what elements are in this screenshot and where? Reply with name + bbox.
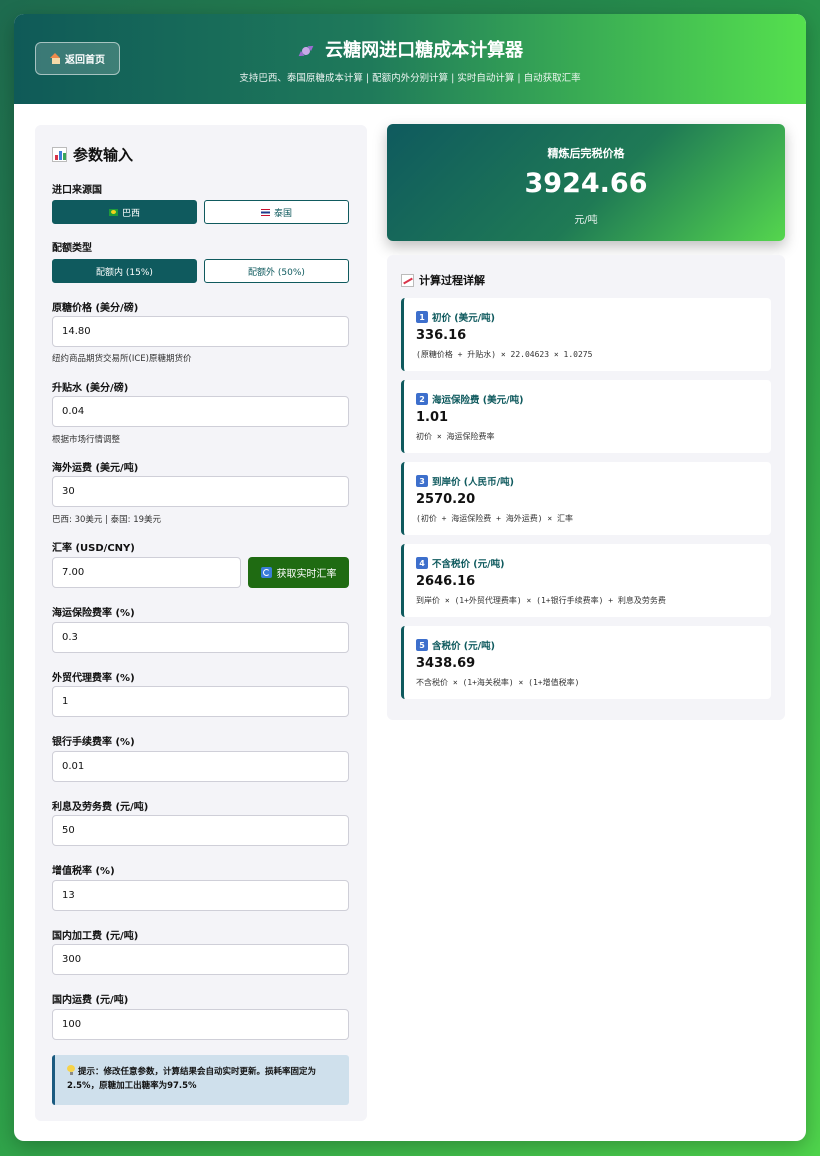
step-value: 1.01 [416,410,449,425]
premium-hint: 根据市场行情调整 [52,435,121,445]
details-title: 计算过程详解 [401,272,485,288]
step-name-text: 不含税价 (元/吨) [432,559,505,570]
number-badge-icon: 5 [416,639,428,651]
step-name: 2 海运保险费 (美元/吨) [416,392,523,406]
bank-rate-label: 银行手续费率 (%) [52,737,135,748]
step-value: 2646.16 [416,574,476,589]
step-value: 3438.69 [416,656,476,671]
freight-hint: 巴西: 30美元 | 泰国: 19美元 [52,515,162,525]
step-formula: (初价 + 海运保险费 + 海外运费) × 汇率 [416,514,573,523]
step-name: 4 不含税价 (元/吨) [416,556,504,570]
page-title-text: 云糖网进口糖成本计算器 [325,40,524,61]
interest-fee-label: 利息及劳务费 (元/吨) [52,802,149,813]
step-name-text: 到岸价 (人民币/吨) [432,477,514,488]
params-title: 参数输入 [52,144,133,165]
step-card: 3 到岸价 (人民币/吨) 2570.20 (初价 + 海运保险费 + 海外运费)… [401,462,771,535]
bar-chart-icon [52,147,67,162]
quota-in-label: 配额内 (15%) [96,267,153,278]
step-card: 2 海运保险费 (美元/吨) 1.01 初价 × 海运保险费率 [401,380,771,453]
number-badge-icon: 2 [416,393,428,405]
step-name: 5 含税价 (元/吨) [416,638,495,652]
number-badge-icon: 3 [416,475,428,487]
premium-input[interactable]: 0.04 [52,396,349,427]
brazil-flag-icon [108,208,118,216]
page-subtitle: 支持巴西、泰国原糖成本计算 | 配额内外分别计算 | 实时自动计算 | 自动获取… [239,73,581,84]
agency-rate-label: 外贸代理费率 (%) [52,673,135,684]
interest-fee-input[interactable]: 50 [52,815,349,846]
exchange-rate-input[interactable]: 7.00 [52,557,241,588]
origin-thailand-button[interactable]: 泰国 [204,200,349,224]
quota-in-button[interactable]: 配额内 (15%) [52,259,197,283]
insurance-rate-label: 海运保险费率 (%) [52,608,135,619]
origin-brazil-button[interactable]: 巴西 [52,200,197,224]
trend-chart-icon [401,273,414,287]
step-name: 3 到岸价 (人民币/吨) [416,474,514,488]
fetch-rate-label: 获取实时汇率 [276,569,337,580]
number-badge-icon: 1 [416,311,428,323]
bank-rate-input[interactable]: 0.01 [52,751,349,782]
app-card: 返回首页 云糖网进口糖成本计算器 支持巴西、泰国原糖成本计算 | 配额内外分别计… [14,14,806,1141]
step-value: 336.16 [416,328,467,343]
quota-out-button[interactable]: 配额外 (50%) [204,259,349,283]
vat-rate-label: 增值税率 (%) [52,866,115,877]
header: 返回首页 云糖网进口糖成本计算器 支持巴西、泰国原糖成本计算 | 配额内外分别计… [14,14,806,104]
step-name-text: 含税价 (元/吨) [432,641,495,652]
freight-label: 海外运费 (美元/吨) [52,463,139,474]
step-card: 4 不含税价 (元/吨) 2646.16 到岸价 × (1+外贸代理费率) × (… [401,544,771,617]
result-value: 3924.66 [524,168,648,199]
params-panel: 参数输入 进口来源国 巴西 泰国 配额类型 配额内 (15%) 配额外 (50%… [35,125,367,1121]
quota-label: 配额类型 [52,243,92,254]
result-box: 精炼后完税价格 3924.66 元/吨 [387,124,785,241]
candy-icon [295,41,317,61]
insurance-rate-input[interactable]: 0.3 [52,622,349,653]
origin-thailand-label: 泰国 [273,208,292,219]
agency-rate-input[interactable]: 1 [52,686,349,717]
domestic-freight-label: 国内运费 (元/吨) [52,995,129,1006]
domestic-freight-input[interactable]: 100 [52,1009,349,1040]
lightbulb-icon [67,1065,75,1075]
step-formula: 初价 × 海运保险费率 [416,432,495,441]
refresh-icon [260,567,272,578]
tip-box: 提示：修改任意参数，计算结果会自动实时更新。损耗率固定为2.5%，原糖加工出糖率… [52,1055,349,1105]
tip-text: 提示：修改任意参数，计算结果会自动实时更新。损耗率固定为2.5%，原糖加工出糖率… [67,1067,317,1091]
processing-fee-input[interactable]: 300 [52,944,349,975]
raw-price-hint: 纽约商品期货交易所(ICE)原糖期货价 [52,354,192,364]
step-formula: 不含税价 × (1+海关税率) × (1+增值税率) [416,678,580,687]
number-badge-icon: 4 [416,557,428,569]
result-label: 精炼后完税价格 [547,147,625,160]
step-value: 2570.20 [416,492,476,507]
result-unit: 元/吨 [574,215,598,226]
step-name-text: 海运保险费 (美元/吨) [432,395,524,406]
raw-price-label: 原糖价格 (美分/磅) [52,303,139,314]
fetch-rate-button[interactable]: 获取实时汇率 [248,557,349,588]
step-name: 1 初价 (美元/吨) [416,310,495,324]
origin-brazil-label: 巴西 [121,208,140,219]
step-formula: (原糖价格 + 升贴水) × 22.04623 × 1.0275 [416,350,593,359]
raw-price-input[interactable]: 14.80 [52,316,349,347]
step-card: 5 含税价 (元/吨) 3438.69 不含税价 × (1+海关税率) × (1+… [401,626,771,699]
processing-fee-label: 国内加工费 (元/吨) [52,931,139,942]
thailand-flag-icon [260,208,270,216]
params-title-text: 参数输入 [73,146,134,164]
page-title: 云糖网进口糖成本计算器 [14,36,806,62]
quota-out-label: 配额外 (50%) [248,267,305,278]
details-title-text: 计算过程详解 [419,274,485,287]
step-name-text: 初价 (美元/吨) [432,313,495,324]
vat-rate-input[interactable]: 13 [52,880,349,911]
origin-label: 进口来源国 [52,185,102,196]
step-card: 1 初价 (美元/吨) 336.16 (原糖价格 + 升贴水) × 22.0462… [401,298,771,371]
step-formula: 到岸价 × (1+外贸代理费率) × (1+银行手续费率) + 利息及劳务费 [416,596,666,605]
details-panel: 计算过程详解 1 初价 (美元/吨) 336.16 (原糖价格 + 升贴水) × … [387,255,785,720]
freight-input[interactable]: 30 [52,476,349,507]
exchange-rate-label: 汇率 (USD/CNY) [52,543,135,554]
premium-label: 升贴水 (美分/磅) [52,383,129,394]
